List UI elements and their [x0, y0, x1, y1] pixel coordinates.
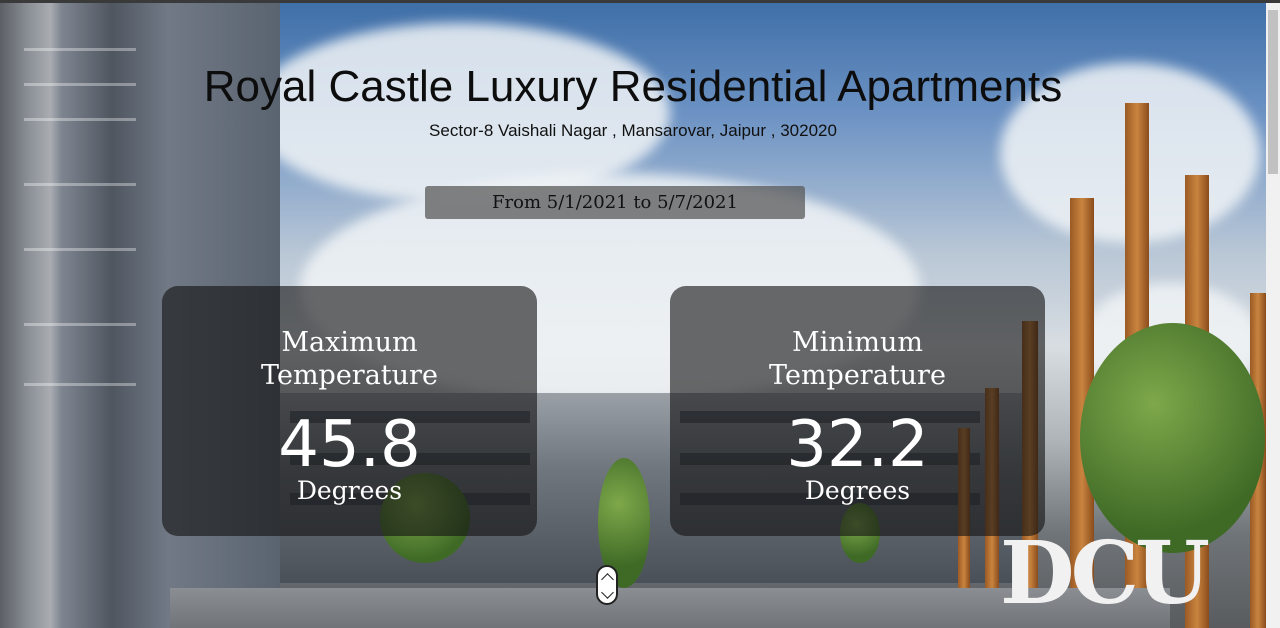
page-scrollbar[interactable] — [1266, 3, 1280, 628]
min-temperature-label: Minimum Temperature — [769, 327, 946, 391]
max-temperature-card: Maximum Temperature 45.8 Degrees — [162, 286, 537, 536]
chevron-down-icon — [601, 586, 614, 599]
dcu-sign: DCU — [1000, 523, 1210, 624]
page-title: Royal Castle Luxury Residential Apartmen… — [203, 62, 1063, 111]
min-temperature-value: 32.2 — [786, 408, 929, 482]
address-text: Sector-8 Vaishali Nagar , Mansarovar, Ja… — [429, 121, 837, 140]
max-temperature-label: Maximum Temperature — [261, 327, 438, 391]
max-temperature-unit: Degrees — [296, 476, 403, 505]
min-temperature-unit: Degrees — [804, 476, 911, 505]
scrollbar-thumb[interactable] — [1268, 10, 1278, 174]
scroll-chevrons-icon[interactable] — [596, 565, 618, 605]
date-range-badge: From 5/1/2021 to 5/7/2021 — [425, 186, 805, 219]
chevron-up-icon — [601, 573, 614, 586]
min-temperature-card: Minimum Temperature 32.2 Degrees — [670, 286, 1045, 536]
max-temperature-value: 45.8 — [278, 408, 421, 482]
